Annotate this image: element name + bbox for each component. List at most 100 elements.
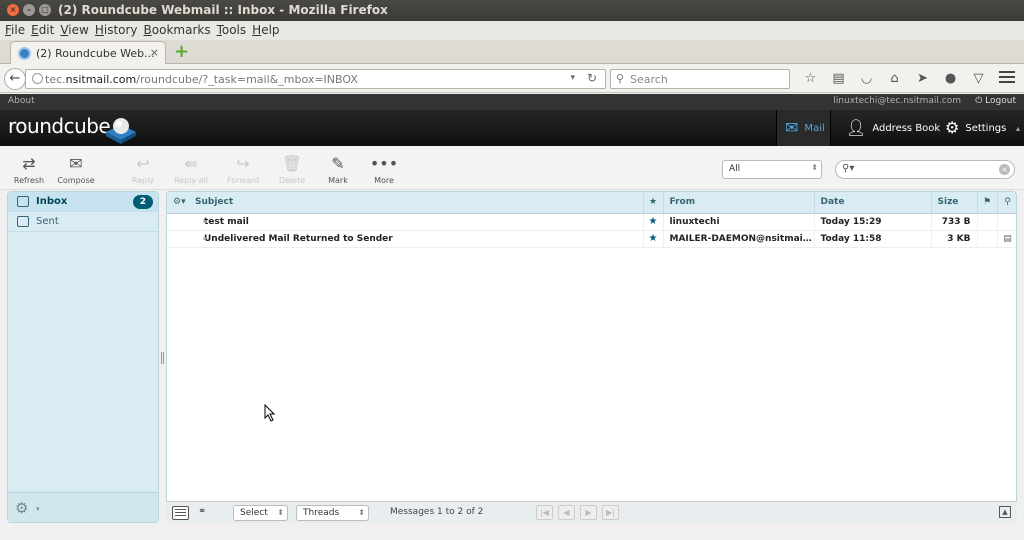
last-page-icon[interactable]: ▶| bbox=[602, 505, 619, 520]
url-bar[interactable]: tec.nsitmail.com/roundcube/?_task=mail&_… bbox=[25, 69, 606, 89]
message-flag[interactable]: ★ bbox=[643, 230, 664, 248]
flag-icon: ⚑ bbox=[982, 197, 992, 208]
column-date-header[interactable]: Date bbox=[814, 192, 932, 214]
url-prefix: tec. bbox=[45, 73, 66, 86]
back-button[interactable]: ← bbox=[4, 68, 26, 90]
message-subject-text: test mail bbox=[204, 216, 249, 227]
refresh-button[interactable]: ⇄ Refresh bbox=[4, 154, 54, 185]
reply-all-icon: ⇚ bbox=[184, 154, 198, 173]
pagination: |◀ ◀ ▶ ▶| bbox=[536, 505, 619, 520]
envelope-icon: ✉ bbox=[785, 118, 799, 137]
folder-actions-gear-icon[interactable]: ⚙ bbox=[15, 499, 28, 517]
chat-icon[interactable]: ● bbox=[940, 70, 961, 88]
menu-view[interactable]: View bbox=[60, 21, 94, 40]
browser-tab[interactable]: (2) Roundcube Web... × bbox=[10, 41, 166, 64]
search-options-icon[interactable]: ⚲▾ bbox=[842, 163, 854, 174]
select-arrows-icon: ⬍ bbox=[358, 508, 365, 517]
column-attachment-header[interactable]: ⚲ bbox=[997, 192, 1016, 214]
next-page-icon[interactable]: ▶ bbox=[580, 505, 597, 520]
menu-help[interactable]: Help bbox=[252, 21, 285, 40]
browser-menu-icon[interactable] bbox=[999, 71, 1015, 86]
delete-button[interactable]: 🗑︎ Delete bbox=[267, 154, 317, 185]
collapse-header-icon[interactable]: ▴ bbox=[1016, 124, 1020, 133]
person-icon: 👤︎ bbox=[846, 118, 867, 137]
column-size-header[interactable]: Size bbox=[931, 192, 978, 214]
window-close-button[interactable]: × bbox=[7, 4, 19, 16]
forward-button[interactable]: ↪ Forward bbox=[218, 154, 268, 185]
column-subject-header[interactable]: ⚙▾ Subject bbox=[167, 192, 644, 214]
message-subject[interactable]: test mail bbox=[167, 213, 644, 231]
message-row[interactable]: Undelivered Mail Returned to Sender ★ MA… bbox=[167, 230, 1016, 248]
reload-icon[interactable]: ↻ bbox=[587, 71, 597, 85]
compose-icon: ✉ bbox=[69, 154, 83, 173]
logout-button[interactable]: ⏻ Logout bbox=[975, 96, 1016, 106]
reply-all-button[interactable]: ⇚ Reply all bbox=[166, 154, 216, 185]
window-minimize-button[interactable]: – bbox=[23, 4, 35, 16]
roundcube-logo[interactable]: roundcube bbox=[8, 114, 111, 138]
bookmark-star-icon[interactable]: ☆ bbox=[800, 70, 821, 88]
shield-icon[interactable]: ▽ bbox=[968, 70, 989, 88]
message-subject[interactable]: Undelivered Mail Returned to Sender bbox=[167, 230, 644, 248]
task-settings-button[interactable]: ⚙ Settings bbox=[937, 110, 1014, 146]
column-flag-header[interactable]: ★ bbox=[643, 192, 664, 214]
mark-label: Mark bbox=[328, 176, 348, 185]
folder-sent-label: Sent bbox=[36, 216, 59, 227]
pocket-icon[interactable]: ◡ bbox=[856, 70, 877, 88]
navigation-bar: tec.nsitmail.com/roundcube/?_task=mail&_… bbox=[0, 65, 1024, 93]
new-tab-icon[interactable]: + bbox=[174, 43, 189, 61]
select-arrows-icon: ⬍ bbox=[811, 163, 818, 172]
reply-icon: ↩ bbox=[136, 154, 150, 173]
more-button[interactable]: ••• More bbox=[359, 154, 409, 185]
browser-search-box[interactable]: ⚲ Search bbox=[610, 69, 790, 89]
message-attachment bbox=[997, 213, 1016, 231]
list-options-gear-icon[interactable]: ⚙▾ bbox=[173, 197, 186, 207]
reading-list-icon[interactable]: ▤ bbox=[828, 70, 849, 88]
site-identity-icon[interactable] bbox=[32, 73, 43, 84]
about-link[interactable]: About bbox=[8, 96, 35, 106]
expand-preview-icon[interactable]: ▲ bbox=[999, 506, 1011, 518]
message-count: Messages 1 to 2 of 2 bbox=[390, 507, 484, 517]
folder-options-bar: ⚙ ▾ bbox=[8, 492, 158, 522]
mark-button[interactable]: ✎ Mark bbox=[313, 154, 363, 185]
pencil-icon: ✎ bbox=[331, 154, 345, 173]
task-mail-button[interactable]: ✉ Mail bbox=[776, 110, 831, 146]
message-filter-select[interactable]: All ⬍ bbox=[722, 160, 822, 179]
quick-search-input[interactable]: ⚲▾ × bbox=[835, 160, 1015, 179]
tab-close-icon[interactable]: × bbox=[150, 46, 159, 59]
reply-button[interactable]: ↩ Reply bbox=[118, 154, 168, 185]
column-status-header[interactable]: ⚑ bbox=[977, 192, 998, 214]
column-from-header[interactable]: From bbox=[663, 192, 815, 214]
browser-toolbar-icons: ☆ ▤ ◡ ⌂ ➤ ● ▽ bbox=[800, 70, 989, 88]
send-icon[interactable]: ➤ bbox=[912, 70, 933, 88]
menu-edit[interactable]: Edit bbox=[31, 21, 60, 40]
compose-button[interactable]: ✉ Compose bbox=[51, 154, 101, 185]
menu-bookmarks[interactable]: Bookmarks bbox=[144, 21, 217, 40]
message-row[interactable]: test mail ★ linuxtechi Today 15:29 733 B bbox=[167, 213, 1016, 231]
select-label: Select bbox=[240, 508, 268, 518]
task-addressbook-button[interactable]: 👤︎ Address Book bbox=[838, 110, 948, 146]
menu-tools[interactable]: Tools bbox=[217, 21, 253, 40]
unread-count-badge: 2 bbox=[132, 195, 153, 209]
select-arrows-icon: ⬍ bbox=[277, 508, 284, 517]
menu-file[interactable]: File bbox=[5, 21, 31, 40]
threads-dropdown[interactable]: Threads ⬍ bbox=[296, 505, 369, 521]
username: linuxtechi@tec.nsitmail.com bbox=[833, 96, 961, 106]
menu-history[interactable]: History bbox=[95, 21, 144, 40]
window-maximize-button[interactable]: □ bbox=[39, 4, 51, 16]
pane-splitter[interactable] bbox=[161, 352, 164, 364]
home-icon[interactable]: ⌂ bbox=[884, 70, 905, 88]
previous-page-icon[interactable]: ◀ bbox=[558, 505, 575, 520]
message-flag[interactable]: ★ bbox=[643, 213, 664, 231]
url-dropdown-icon[interactable]: ▾ bbox=[570, 73, 575, 83]
search-reset-icon[interactable]: × bbox=[999, 164, 1010, 175]
select-dropdown[interactable]: Select ⬍ bbox=[233, 505, 288, 521]
threads-toggle-icon[interactable]: ⚭ bbox=[198, 506, 206, 517]
forward-label: Forward bbox=[226, 176, 260, 185]
gear-icon: ⚙ bbox=[945, 118, 960, 137]
folder-sent[interactable]: Sent bbox=[8, 212, 158, 232]
compose-label: Compose bbox=[57, 176, 95, 185]
column-date-label: Date bbox=[820, 197, 845, 208]
first-page-icon[interactable]: |◀ bbox=[536, 505, 553, 520]
list-mode-icon[interactable] bbox=[172, 506, 189, 520]
folder-inbox[interactable]: Inbox 2 bbox=[8, 192, 158, 212]
